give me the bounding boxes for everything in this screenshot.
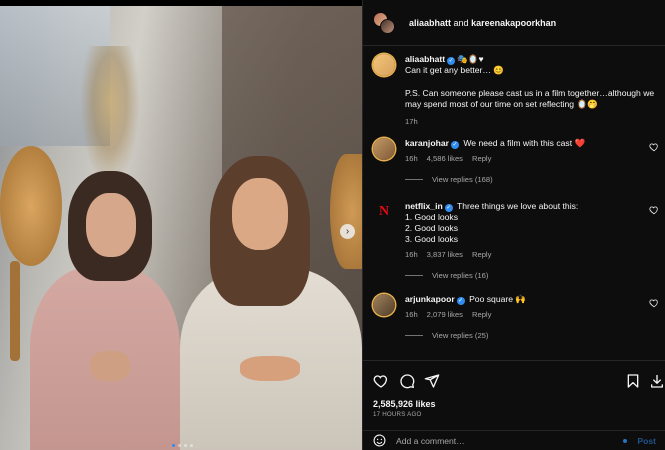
verified-badge-icon: ✓	[450, 141, 459, 149]
comment-meta: 16h 3,837 likes Reply	[405, 249, 655, 260]
comment-text: We need a film with this cast ❤️	[463, 138, 586, 148]
carousel-dot	[178, 444, 181, 447]
view-replies-button[interactable]: View replies (16)	[405, 270, 655, 281]
comments-section[interactable]: aliaabhatt ✓ 🎭🪞♥ Can it get any better… 😊 …	[363, 46, 665, 360]
avatar[interactable]	[373, 294, 395, 316]
verified-badge-icon: ✓	[444, 204, 453, 212]
view-replies-label: View replies (168)	[432, 175, 493, 184]
divider	[405, 275, 423, 276]
comment-list-item: 3. Good looks	[405, 234, 459, 244]
comment-username[interactable]: arjunkapoor	[405, 294, 455, 304]
view-replies-label: View replies (25)	[432, 331, 489, 340]
view-replies-button[interactable]: View replies (25)	[405, 330, 655, 341]
download-icon[interactable]	[649, 373, 665, 389]
view-replies-label: View replies (16)	[432, 271, 489, 280]
post-timestamp: 17 HOURS AGO	[373, 411, 422, 418]
carousel-next-button[interactable]: ›	[340, 224, 355, 239]
emoji-smiley-icon[interactable]	[373, 434, 386, 447]
reply-button[interactable]: Reply	[472, 250, 491, 259]
post-authors: aliaabhatt and kareenakapoorkhan	[409, 18, 556, 28]
comment-likes[interactable]: 4,586 likes	[427, 154, 463, 163]
avatar[interactable]	[373, 54, 395, 76]
bookmark-icon[interactable]	[625, 373, 641, 389]
carousel-dots	[172, 444, 193, 447]
divider	[405, 335, 423, 336]
verified-badge-icon: ✓	[456, 297, 465, 305]
reply-button[interactable]: Reply	[472, 310, 491, 319]
photo-chandelier	[80, 46, 140, 186]
add-comment-bar: Post	[363, 430, 665, 450]
typing-indicator-icon	[623, 438, 628, 443]
carousel-dot	[172, 444, 175, 447]
author-conjunction: and	[453, 17, 469, 28]
comment-bubble-icon[interactable]	[399, 373, 415, 389]
timestamp: 17h	[405, 117, 418, 126]
verified-badge-icon: ✓	[447, 57, 456, 65]
caption-emojis: 🎭🪞♥	[457, 54, 484, 64]
comment-meta: 16h 2,079 likes Reply	[405, 309, 655, 320]
post-actions: 2,585,926 likes 17 HOURS AGO	[363, 360, 665, 430]
chevron-right-icon: ›	[345, 226, 350, 237]
comment-likes[interactable]: 2,079 likes	[427, 310, 463, 319]
carousel-dot	[190, 444, 193, 447]
reply-button[interactable]: Reply	[472, 154, 491, 163]
like-heart-icon[interactable]	[373, 373, 389, 389]
divider	[405, 179, 423, 180]
avatar[interactable]: N	[373, 201, 395, 223]
comment-list-item: 1. Good looks	[405, 212, 459, 222]
post-media: ›	[0, 0, 362, 450]
photo-person-right	[180, 156, 362, 450]
author-username[interactable]: kareenakapoorkhan	[471, 18, 556, 28]
avatar[interactable]	[380, 18, 395, 34]
caption-line: P.S. Can someone please cast us in a fil…	[405, 88, 655, 109]
photo-person-left	[30, 171, 180, 450]
comment-input[interactable]	[396, 435, 624, 446]
heart-icon[interactable]	[649, 142, 659, 152]
comment-username[interactable]: netflix_in	[405, 201, 443, 211]
post-photo[interactable]	[0, 6, 362, 450]
caption-time: 17h	[405, 116, 655, 127]
netflix-logo-icon: N	[378, 204, 390, 219]
share-send-icon[interactable]	[424, 373, 440, 389]
photo-mirror-handle	[10, 261, 20, 361]
comment-text: Poo square 🙌	[469, 294, 527, 304]
heart-icon[interactable]	[649, 205, 659, 215]
comment-meta: 16h 4,586 likes Reply	[405, 153, 655, 164]
comment-text: Three things we love about this:	[456, 201, 579, 211]
post-panel: aliaabhatt and kareenakapoorkhan aliaabh…	[362, 0, 665, 450]
avatar[interactable]	[373, 138, 395, 160]
comment-likes[interactable]: 3,837 likes	[427, 250, 463, 259]
caption-username[interactable]: aliaabhatt	[405, 54, 445, 64]
view-replies-button[interactable]: View replies (168)	[405, 174, 655, 185]
caption-line: Can it get any better… 😊	[405, 65, 505, 75]
like-count[interactable]: 2,585,926 likes	[373, 399, 436, 409]
timestamp: 16h	[405, 310, 418, 319]
heart-icon[interactable]	[649, 298, 659, 308]
author-username[interactable]: aliaabhatt	[409, 18, 451, 28]
comment-username[interactable]: karanjohar	[405, 138, 449, 148]
carousel-dot	[184, 444, 187, 447]
comment-list-item: 2. Good looks	[405, 223, 459, 233]
author-avatars[interactable]	[373, 11, 395, 34]
timestamp: 16h	[405, 250, 418, 259]
post-header: aliaabhatt and kareenakapoorkhan	[363, 0, 665, 46]
timestamp: 16h	[405, 154, 418, 163]
post-comment-button[interactable]: Post	[637, 436, 656, 446]
